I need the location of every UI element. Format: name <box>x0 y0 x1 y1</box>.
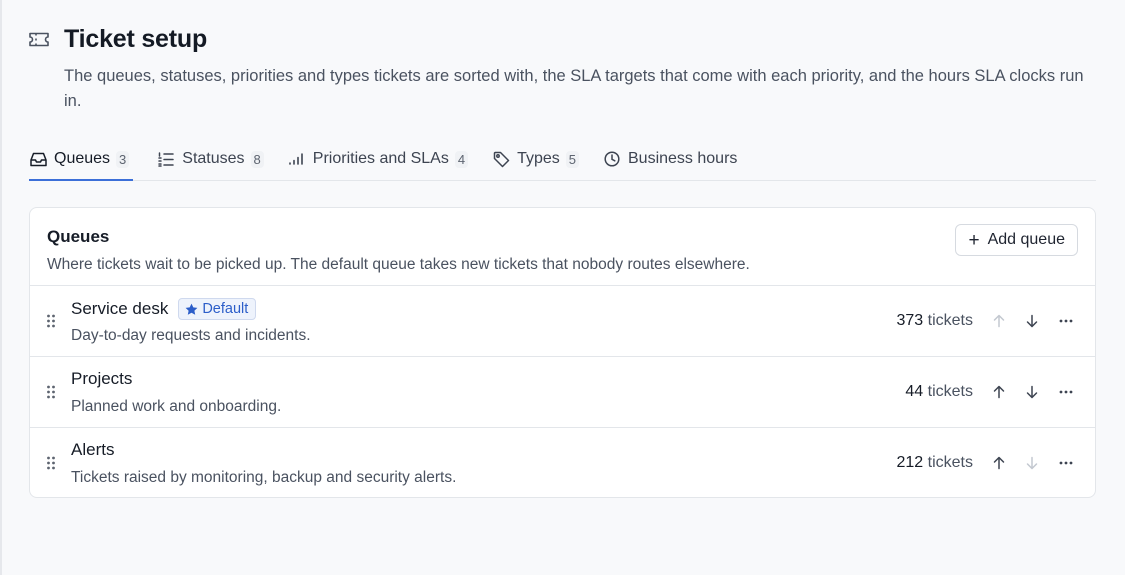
tab-count: 4 <box>454 150 469 168</box>
page-title: Ticket setup <box>64 24 208 53</box>
star-icon <box>185 303 198 316</box>
drag-handle-icon[interactable] <box>46 313 56 329</box>
move-up-icon <box>988 310 1010 332</box>
page-header: Ticket setup The queues, statuses, prior… <box>28 24 1108 114</box>
queue-name-line: Service desk Default <box>71 298 257 320</box>
more-options-icon[interactable] <box>1055 452 1077 474</box>
clock-icon <box>603 150 621 168</box>
card-title: Queues <box>47 227 110 246</box>
move-up-icon[interactable] <box>988 452 1010 474</box>
queue-description: Tickets raised by monitoring, backup and… <box>71 469 457 486</box>
ticket-count-number: 44 <box>905 383 924 400</box>
queue-name-line: Alerts <box>71 440 114 460</box>
tab-count: 3 <box>116 150 130 168</box>
tab-statuses[interactable]: Statuses 8 <box>157 146 264 180</box>
tab-count: 5 <box>565 150 579 168</box>
more-options-icon[interactable] <box>1055 310 1077 332</box>
ticket-count: 44 tickets <box>905 383 973 401</box>
tab-label: Types <box>517 150 560 167</box>
add-queue-label: Add queue <box>987 231 1065 248</box>
ticket-count-suffix: tickets <box>927 454 973 471</box>
queues-card-header: Queues Where tickets wait to be picked u… <box>30 208 1095 286</box>
add-queue-button[interactable]: + Add queue <box>955 224 1078 256</box>
more-options-icon[interactable] <box>1055 381 1077 403</box>
card-description: Where tickets wait to be picked up. The … <box>47 256 750 273</box>
queue-name: Projects <box>71 369 133 388</box>
tab-label: Queues <box>54 150 111 167</box>
inbox-icon <box>29 150 47 168</box>
queue-name-line: Projects <box>71 369 132 389</box>
ticket-count-suffix: tickets <box>927 312 973 329</box>
ticket-icon <box>28 30 50 48</box>
move-down-icon[interactable] <box>1021 381 1043 403</box>
drag-handle-icon[interactable] <box>46 455 56 471</box>
plus-icon: + <box>968 229 980 251</box>
tab-label: Statuses <box>182 150 245 167</box>
tab-label: Priorities and SLAs <box>312 150 449 167</box>
queue-name: Alerts <box>71 440 115 459</box>
badge-label: Default <box>202 301 249 317</box>
ticket-count-number: 212 <box>896 454 924 471</box>
queue-row: Projects Planned work and onboarding. 44… <box>30 357 1095 428</box>
tab-priorities-and-slas[interactable]: Priorities and SLAs 4 <box>288 146 469 180</box>
queue-description: Day-to-day requests and incidents. <box>71 327 311 344</box>
tab-business-hours[interactable]: Business hours <box>603 146 737 180</box>
queue-row: Service desk Default Day-to-day requests… <box>30 286 1095 357</box>
ticket-count: 373 tickets <box>897 312 974 330</box>
page-description: The queues, statuses, priorities and typ… <box>64 67 1084 110</box>
move-down-icon <box>1021 452 1043 474</box>
page-left-edge <box>0 0 2 575</box>
move-down-icon[interactable] <box>1021 310 1043 332</box>
ticket-count: 212 tickets <box>897 454 974 472</box>
queues-card: Queues Where tickets wait to be picked u… <box>29 207 1096 498</box>
settings-tabs: Queues 3 Statuses 8 Priorities and SLAs … <box>29 146 1096 181</box>
ticket-count-suffix: tickets <box>927 383 973 400</box>
tag-icon <box>492 150 510 168</box>
queue-name: Service desk <box>71 299 169 318</box>
tab-queues[interactable]: Queues 3 <box>29 146 134 181</box>
move-up-icon[interactable] <box>988 381 1010 403</box>
drag-handle-icon[interactable] <box>46 384 56 400</box>
queue-description: Planned work and onboarding. <box>71 398 282 415</box>
tab-label: Business hours <box>628 150 738 167</box>
default-badge: Default <box>178 298 257 320</box>
signal-bars-icon <box>288 150 306 168</box>
ticket-count-number: 373 <box>896 312 924 329</box>
tab-types[interactable]: Types 5 <box>492 146 579 180</box>
list-icon <box>157 150 175 168</box>
queue-row: Alerts Tickets raised by monitoring, bac… <box>30 428 1095 497</box>
tab-count: 8 <box>250 150 264 168</box>
